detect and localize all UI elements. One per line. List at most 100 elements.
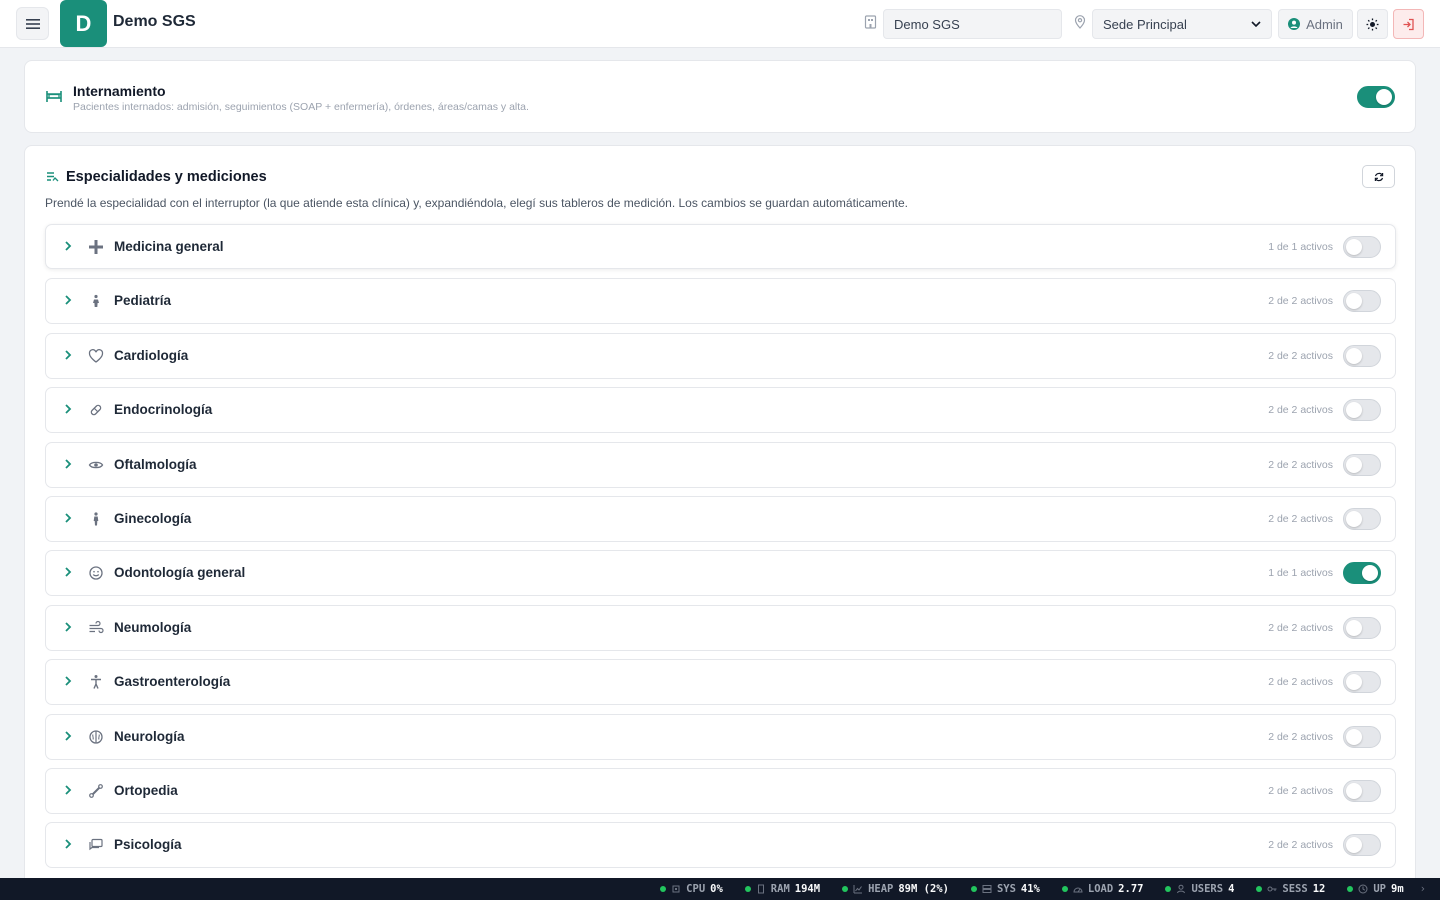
specialty-row[interactable]: Cardiología 2 de 2 activos xyxy=(45,333,1396,379)
chevron-right-icon[interactable] xyxy=(64,675,72,687)
brain-icon xyxy=(89,730,103,744)
status-metric-label: RAM xyxy=(770,883,790,895)
specialty-active-count: 2 de 2 activos xyxy=(1268,839,1333,851)
theme-toggle-button[interactable] xyxy=(1357,9,1388,39)
status-dot xyxy=(842,886,849,892)
status-metric-value: 2.77 xyxy=(1118,883,1144,895)
chevron-right-icon[interactable] xyxy=(64,784,72,796)
organization-field[interactable] xyxy=(883,9,1062,39)
top-bar: D Demo SGS Sede Principal Admin xyxy=(0,0,1440,48)
chevron-right-icon[interactable]: › xyxy=(1420,883,1426,895)
chevron-right-icon[interactable] xyxy=(64,240,72,252)
specialty-row[interactable]: Endocrinología 2 de 2 activos xyxy=(45,387,1396,433)
status-metric-users: USERS 4 xyxy=(1165,883,1234,895)
sede-select-value: Sede Principal xyxy=(1103,16,1187,32)
specialty-active-count: 2 de 2 activos xyxy=(1268,295,1333,307)
specialty-toggle[interactable] xyxy=(1343,454,1381,476)
eye-icon xyxy=(88,461,104,469)
specialty-toggle[interactable] xyxy=(1343,834,1381,856)
logout-button[interactable] xyxy=(1393,9,1424,39)
status-dot xyxy=(744,886,751,892)
chevron-right-icon[interactable] xyxy=(64,730,72,742)
internamiento-toggle[interactable] xyxy=(1357,86,1395,108)
hamburger-icon xyxy=(25,18,40,29)
key-icon xyxy=(1267,886,1277,892)
chevron-right-icon[interactable] xyxy=(64,566,72,578)
chevron-right-icon[interactable] xyxy=(64,458,72,470)
status-metric-label: LOAD xyxy=(1087,883,1114,895)
specialty-name: Oftalmología xyxy=(114,457,197,472)
status-metric-label: UP xyxy=(1373,883,1387,895)
specialty-row[interactable]: Odontología general 1 de 1 activos xyxy=(45,550,1396,596)
specialty-row[interactable]: Psicología 2 de 2 activos xyxy=(45,822,1396,868)
chat-icon xyxy=(89,838,103,851)
specialty-name: Neumología xyxy=(114,620,192,635)
status-metric-value: 4 xyxy=(1228,883,1235,895)
refresh-button[interactable] xyxy=(1362,165,1395,188)
bone-icon xyxy=(89,784,103,798)
specialty-toggle[interactable] xyxy=(1343,399,1381,421)
status-metric-label: SYS xyxy=(996,883,1016,895)
status-metric-value: 9m xyxy=(1391,883,1404,895)
clock-icon xyxy=(1358,884,1368,894)
specialty-toggle[interactable] xyxy=(1343,671,1381,693)
specialty-active-count: 2 de 2 activos xyxy=(1268,676,1333,688)
specialty-row[interactable]: Neumología 2 de 2 activos xyxy=(45,605,1396,651)
specialty-row[interactable]: Oftalmología 2 de 2 activos xyxy=(45,442,1396,488)
status-dot xyxy=(1061,886,1068,892)
sede-select[interactable]: Sede Principal xyxy=(1092,9,1272,39)
smile-icon xyxy=(89,566,103,580)
chevron-right-icon[interactable] xyxy=(64,512,72,524)
wind-icon xyxy=(89,620,104,634)
specialty-toggle[interactable] xyxy=(1343,562,1381,584)
memory-icon xyxy=(757,884,764,894)
chevron-right-icon[interactable] xyxy=(64,349,72,361)
specialty-toggle[interactable] xyxy=(1343,236,1381,258)
specialty-active-count: 1 de 1 activos xyxy=(1268,241,1333,253)
specialty-name: Psicología xyxy=(114,837,182,852)
sun-icon xyxy=(1366,18,1379,30)
specialty-toggle[interactable] xyxy=(1343,345,1381,367)
app-logo: D xyxy=(60,0,107,47)
specialty-name: Pediatría xyxy=(114,293,172,308)
specialty-active-count: 2 de 2 activos xyxy=(1268,513,1333,525)
child-icon xyxy=(93,294,99,307)
specialty-toggle[interactable] xyxy=(1343,508,1381,530)
chevron-right-icon[interactable] xyxy=(64,838,72,850)
internamiento-description: Pacientes internados: admisión, seguimie… xyxy=(73,101,529,113)
user-menu-button[interactable]: Admin xyxy=(1278,9,1353,39)
specialty-row[interactable]: Pediatría 2 de 2 activos xyxy=(45,278,1396,324)
status-metric-value: 89M (2%) xyxy=(898,883,949,895)
user-name: Admin xyxy=(1306,16,1343,32)
specialty-toggle[interactable] xyxy=(1343,726,1381,748)
especialidades-title: Especialidades y mediciones xyxy=(66,169,267,185)
list-settings-icon xyxy=(47,172,59,182)
specialty-toggle[interactable] xyxy=(1343,290,1381,312)
status-metric-label: USERS xyxy=(1191,883,1224,895)
chevron-right-icon[interactable] xyxy=(64,294,72,306)
menu-button[interactable] xyxy=(16,7,49,40)
status-metric-heap: HEAP 89M (2%) xyxy=(842,883,949,895)
status-metric-sess: SESS 12 xyxy=(1256,883,1325,895)
pill-icon xyxy=(90,404,102,416)
specialty-active-count: 1 de 1 activos xyxy=(1268,567,1333,579)
especialidades-description: Prendé la especialidad con el interrupto… xyxy=(45,196,908,210)
specialty-name: Ginecología xyxy=(114,511,192,526)
status-dot xyxy=(1165,886,1172,892)
app-title: Demo SGS xyxy=(113,13,196,30)
specialty-toggle[interactable] xyxy=(1343,780,1381,802)
specialty-name: Neurología xyxy=(114,729,185,744)
chevron-right-icon[interactable] xyxy=(64,403,72,415)
chevron-right-icon[interactable] xyxy=(64,621,72,633)
specialty-row[interactable]: Neurología 2 de 2 activos xyxy=(45,714,1396,760)
status-metric-ram: RAM 194M xyxy=(744,883,820,895)
specialty-toggle[interactable] xyxy=(1343,617,1381,639)
specialty-row[interactable]: Ginecología 2 de 2 activos xyxy=(45,496,1396,542)
status-metric-label: SESS xyxy=(1282,883,1308,895)
status-metric-value: 41% xyxy=(1020,883,1040,895)
specialty-row[interactable]: Gastroenterología 2 de 2 activos xyxy=(45,659,1396,705)
specialty-name: Gastroenterología xyxy=(114,674,231,689)
status-metric-load: LOAD 2.77 xyxy=(1061,883,1144,895)
specialty-row[interactable]: Ortopedia 2 de 2 activos xyxy=(45,768,1396,814)
specialty-row[interactable]: Medicina general 1 de 1 activos xyxy=(45,224,1396,269)
